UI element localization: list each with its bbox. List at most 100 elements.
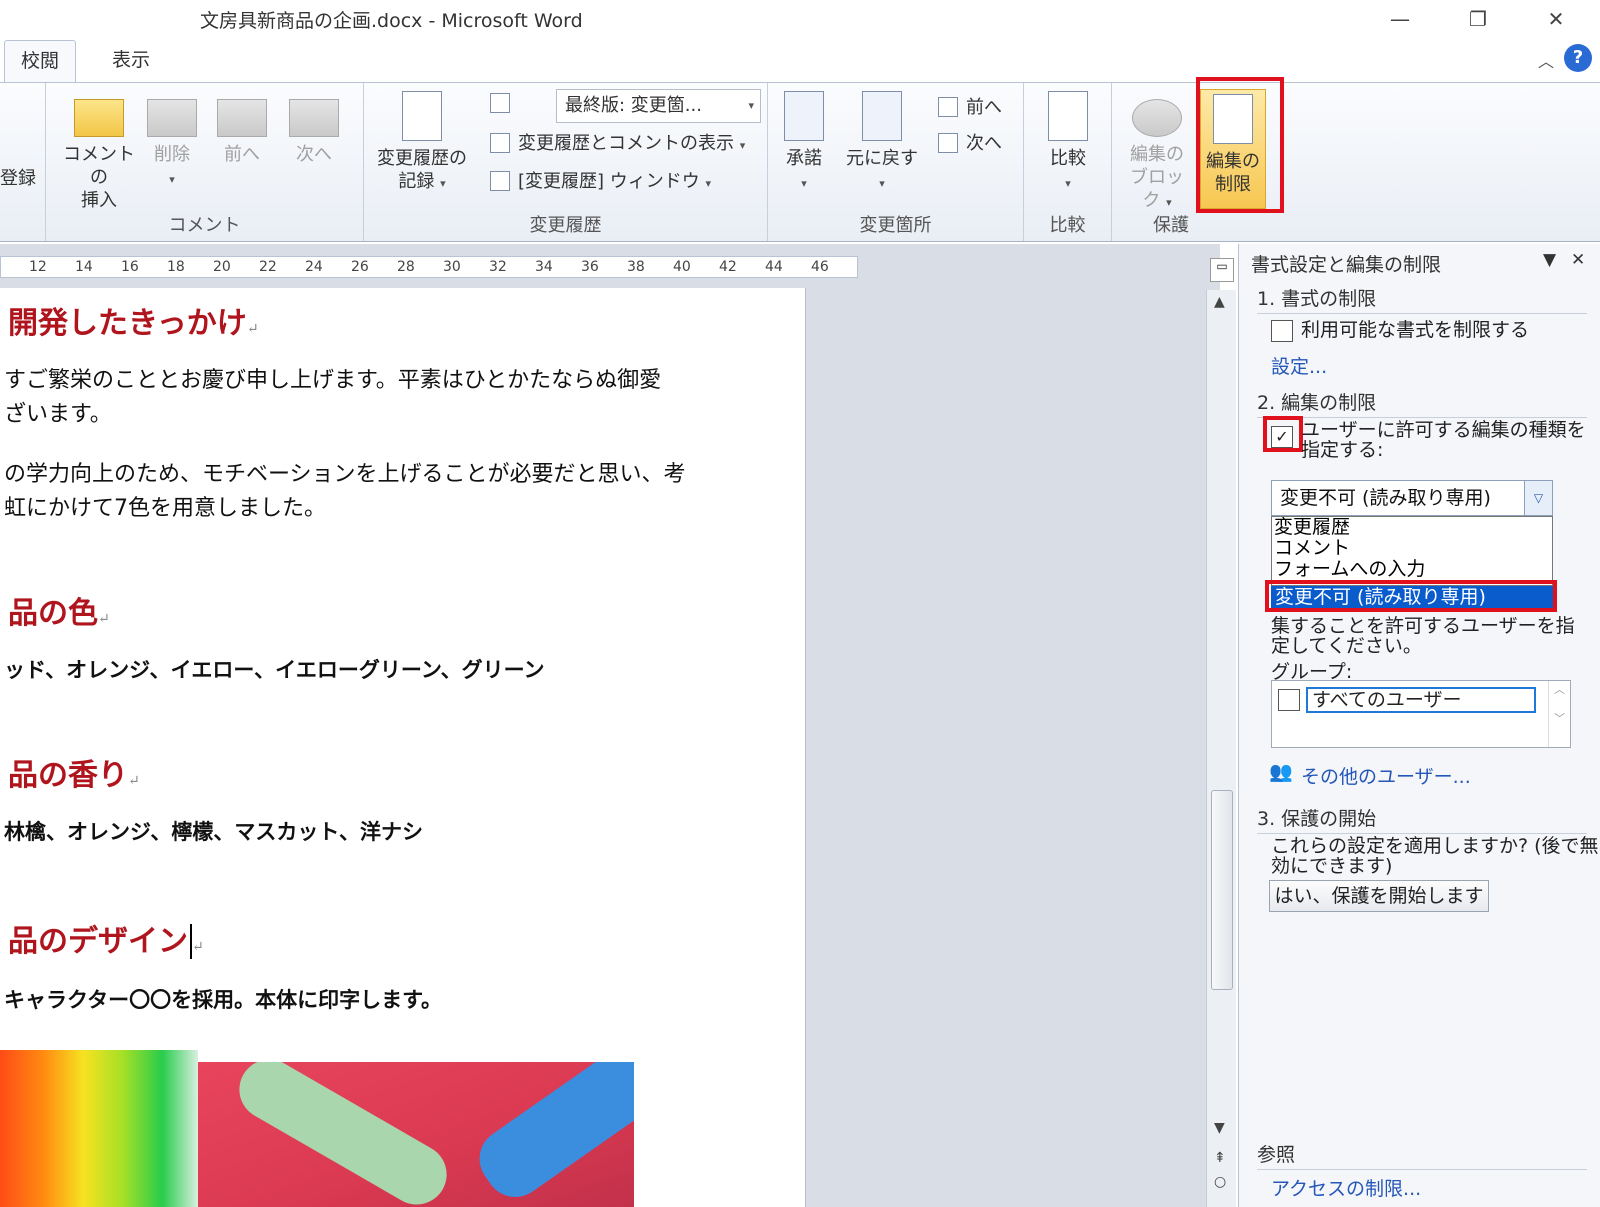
accept-button[interactable]: 承諾 ▾ — [774, 91, 834, 195]
ruler-tick: 14 — [75, 259, 93, 275]
user-group-list: すべてのユーザー ︿ ﹀ — [1271, 680, 1571, 748]
pen-caps-image — [198, 1062, 634, 1207]
ruler-tick: 32 — [489, 259, 507, 275]
next-comment-icon — [289, 99, 339, 137]
reviewing-pane-label: [変更履歴] ウィンドウ — [518, 171, 700, 192]
edit-type-dropdown[interactable]: 変更不可 (読み取り専用) ▽ — [1271, 480, 1553, 516]
start-enforcing-button[interactable]: はい、保護を開始します — [1269, 880, 1489, 912]
settings-link[interactable]: 設定... — [1271, 352, 1327, 379]
highlighter-pens-image — [0, 1050, 198, 1207]
paragraph-greeting-2: ざいます。 — [4, 402, 112, 427]
restore-button[interactable]: ❐ — [1458, 4, 1498, 34]
comment-group-label: コメント — [168, 215, 241, 236]
prev-comment-icon — [217, 99, 267, 137]
ruler-tick: 28 — [397, 259, 415, 275]
option-comments[interactable]: コメント — [1272, 538, 1552, 559]
users-icon: 👥 — [1269, 761, 1293, 783]
browse-object-icon[interactable]: ○ — [1214, 1174, 1226, 1190]
next-change-button[interactable]: 次へ — [938, 129, 1002, 155]
design-text: キャラクター〇〇を採用。本体に印字します。 — [4, 987, 443, 1012]
scents-list: 林檎、オレンジ、檸檬、マスカット、洋ナシ — [4, 819, 423, 844]
prev-page-icon[interactable]: ⇞ — [1214, 1150, 1226, 1166]
ruler-tick: 40 — [673, 259, 691, 275]
prev-comment-button[interactable]: 前へ — [214, 91, 270, 166]
all-users-checkbox[interactable] — [1278, 689, 1300, 711]
heading-motivation: 開発したきっかけ↵ — [8, 306, 259, 341]
protect-group-label: 保護 — [1153, 215, 1189, 236]
option-filling-forms[interactable]: フォームへの入力 — [1272, 559, 1552, 580]
reviewing-pane-button[interactable]: [変更履歴] ウィンドウ ▾ — [490, 167, 711, 193]
delete-label: 削除 — [154, 144, 190, 165]
collapse-ribbon-icon[interactable]: ︿ — [1538, 48, 1554, 72]
ruler-tick: 36 — [581, 259, 599, 275]
all-users-item[interactable]: すべてのユーザー — [1306, 687, 1536, 713]
reject-icon — [862, 91, 902, 141]
next-change-icon — [938, 133, 958, 153]
paragraph-purpose-1: の学力向上のため、モチベーションを上げることが必要だと思い、考 — [4, 462, 686, 487]
block-authors-button[interactable]: 編集の ブロック ▾ — [1122, 91, 1192, 214]
display-for-review-icon — [490, 93, 518, 114]
minimize-button[interactable]: — — [1380, 4, 1420, 34]
ruler-tick: 42 — [719, 259, 737, 275]
show-markup-button[interactable]: 変更履歴とコメントの表示 ▾ — [490, 129, 745, 155]
vertical-scrollbar[interactable]: ▲ ▼ ⇞ ○ — [1206, 290, 1236, 1207]
colors-list: ッド、オレンジ、イエロー、イエローグリーン、グリーン — [4, 657, 545, 682]
changes-group-label: 変更箇所 — [859, 215, 932, 236]
next-comment-button[interactable]: 次へ — [286, 91, 342, 166]
pane-options-icon[interactable]: ▼ — [1543, 250, 1556, 270]
track-changes-button[interactable]: 変更履歴の 記録 ▾ — [370, 91, 474, 195]
delete-comment-button[interactable]: 削除 ▾ — [144, 91, 200, 191]
prev-comment-label: 前へ — [224, 144, 260, 165]
edit-type-options: 変更履歴 コメント フォームへの入力 — [1271, 516, 1553, 586]
chevron-down-icon[interactable]: ▽ — [1524, 481, 1552, 515]
help-icon[interactable]: ? — [1564, 44, 1592, 72]
highlight-read-only — [1265, 580, 1557, 612]
prev-change-button[interactable]: 前へ — [938, 93, 1002, 119]
compare-group-label: 比較 — [1049, 215, 1086, 236]
ruler-tick: 16 — [121, 259, 139, 275]
scroll-down-icon[interactable]: ▼ — [1214, 1120, 1225, 1136]
scroll-thumb[interactable] — [1211, 790, 1233, 990]
compare-button[interactable]: 比較 ▾ — [1038, 91, 1098, 195]
ruler-tick: 20 — [213, 259, 231, 275]
more-users-link[interactable]: その他のユーザー... — [1301, 762, 1471, 789]
section-start-enforcement: 3. 保護の開始 — [1257, 804, 1587, 834]
ruler-tick: 44 — [765, 259, 783, 275]
ribbon: 登録 コメントの 挿入 削除▾ 前へ 次へ コメント 変更履歴の 記録 ▾ 最 — [0, 82, 1600, 242]
block-label-1: 編集の — [1130, 144, 1184, 165]
group-changes: 承諾 ▾ 元に戻す ▾ 前へ 次へ 変更箇所 — [768, 83, 1024, 241]
insert-comment-label-1: コメントの — [63, 144, 135, 188]
view-ruler-icon[interactable]: ▭ — [1210, 258, 1234, 282]
display-for-review-combo[interactable]: 最終版: 変更箇... ▾ — [556, 89, 761, 123]
heading-colors: 品の色↵ — [8, 596, 110, 631]
track-label-1: 変更履歴の — [377, 148, 467, 169]
restrict-editing-pane: 書式設定と編集の制限 ▼ ✕ 1. 書式の制限 利用可能な書式を制限する 設定.… — [1238, 244, 1600, 1207]
edit-restrict-label-1: ユーザーに許可する編集の種類を — [1301, 419, 1586, 441]
close-button[interactable]: ✕ — [1536, 4, 1576, 34]
tab-view[interactable]: 表示 — [96, 40, 166, 82]
register-button[interactable]: 登録 — [0, 167, 36, 190]
tab-review[interactable]: 校閲 — [4, 40, 77, 82]
option-track-changes[interactable]: 変更履歴 — [1272, 517, 1552, 538]
restrict-access-link[interactable]: アクセスの制限... — [1271, 1174, 1421, 1201]
insert-comment-button[interactable]: コメントの 挿入 — [56, 91, 142, 212]
insert-comment-label-2: 挿入 — [81, 190, 117, 211]
section-edit-restrictions: 2. 編集の制限 — [1257, 388, 1587, 418]
block-authors-icon — [1132, 99, 1182, 137]
reject-button[interactable]: 元に戻す ▾ — [842, 91, 922, 195]
scroll-up-icon[interactable]: ▲ — [1214, 294, 1225, 310]
format-restrict-checkbox[interactable] — [1271, 320, 1293, 342]
user-list-scrollbar[interactable]: ︿ ﹀ — [1548, 681, 1570, 747]
pane-close-icon[interactable]: ✕ — [1571, 250, 1585, 270]
heading-design: 品のデザイン ↵ — [8, 924, 204, 959]
compare-label: 比較 — [1050, 148, 1086, 169]
prev-change-label: 前へ — [966, 97, 1002, 118]
accept-icon — [784, 91, 824, 141]
display-combo-value: 最終版: 変更箇... — [565, 95, 702, 116]
pane-header: 書式設定と編集の制限 ▼ ✕ — [1239, 250, 1600, 280]
compare-icon — [1048, 91, 1088, 141]
exception-text-2: 定してください。 — [1271, 635, 1422, 657]
reject-label: 元に戻す — [846, 148, 918, 169]
horizontal-ruler[interactable]: 12 14 16 18 20 22 24 26 28 30 32 34 36 3… — [0, 256, 858, 278]
apply-text-1: これらの設定を適用しますか? (後で無 — [1271, 835, 1599, 857]
